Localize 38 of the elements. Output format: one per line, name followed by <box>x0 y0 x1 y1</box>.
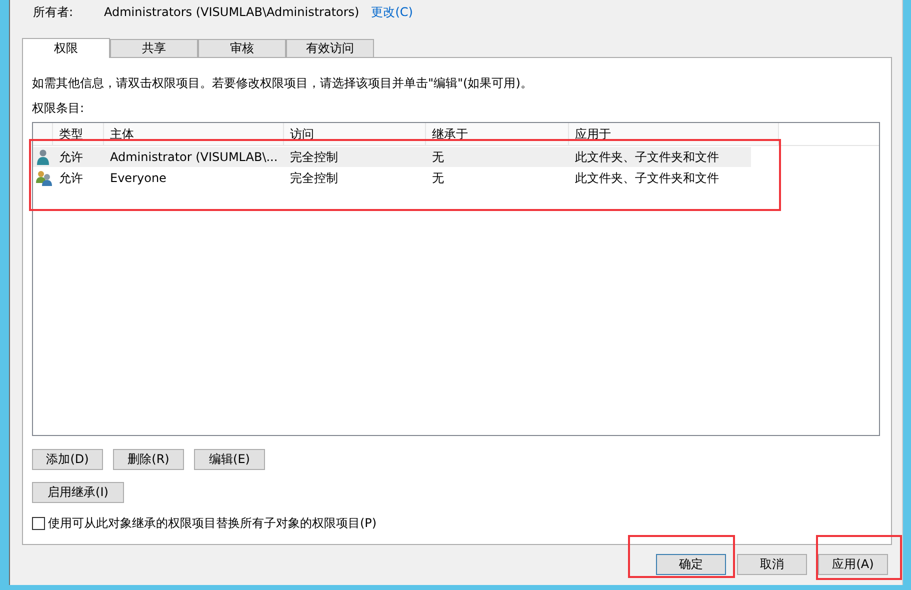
change-link[interactable]: 更改(C) <box>371 4 413 20</box>
checkbox-label: 使用可从此对象继承的权限项目替换所有子对象的权限项目(P) <box>48 515 377 532</box>
info-text: 如需其他信息，请双击权限项目。若要修改权限项目，请选择该项目并单击"编辑"(如果可用)。 <box>32 75 534 92</box>
owner-name: Administrators (VISUMLAB\Administrators) <box>104 5 360 19</box>
tab[interactable]: 有效访问 <box>286 39 374 57</box>
users-icon <box>36 170 52 186</box>
list-button[interactable]: 删除(R) <box>113 449 184 470</box>
table-cell-text: 完全控制 <box>289 148 339 166</box>
table-cell-text: Everyone <box>109 170 168 187</box>
list-button[interactable]: 编辑(E) <box>194 449 265 470</box>
table-cell-text: 此文件夹、子文件夹和文件 <box>574 148 720 166</box>
owner-label: 所有者: <box>33 4 74 20</box>
dialog-button[interactable]: 取消 <box>737 554 807 575</box>
tab[interactable]: 权限 <box>22 38 110 58</box>
table-cell-text: 无 <box>431 170 445 186</box>
column-header[interactable] <box>33 123 53 145</box>
table-cell-text: 允许 <box>58 148 84 166</box>
dialog-button[interactable]: 确定 <box>656 554 726 575</box>
column-header[interactable]: 访问 <box>284 123 426 145</box>
table-row[interactable]: 允许 Administrator (VISUMLAB\... 完全控制 无 此文件夹、子文件夹和文件 <box>33 147 751 167</box>
list-button[interactable]: 添加(D) <box>32 449 103 470</box>
table-cell-text: 此文件夹、子文件夹和文件 <box>574 170 720 186</box>
user-icon <box>36 149 50 165</box>
table-cell-text: Administrator (VISUMLAB\... <box>109 149 279 166</box>
entries-label: 权限条目: <box>32 100 86 117</box>
table-cell-text: 无 <box>431 148 445 166</box>
inherit-button[interactable]: 启用继承(I) <box>32 482 124 503</box>
column-header[interactable]: 应用于 <box>569 123 779 145</box>
column-header[interactable]: 主体 <box>104 123 284 145</box>
tab[interactable]: 共享 <box>110 39 198 57</box>
column-header[interactable]: 类型 <box>53 123 104 145</box>
table-cell-text: 完全控制 <box>289 170 339 186</box>
table-cell-text: 允许 <box>58 170 84 186</box>
checkbox[interactable] <box>32 517 45 530</box>
tab[interactable]: 审核 <box>198 39 286 57</box>
dialog-button[interactable]: 应用(A) <box>818 554 888 575</box>
column-header[interactable]: 继承于 <box>426 123 569 145</box>
table-row[interactable]: 允许 Everyone 完全控制 无 此文件夹、子文件夹和文件 <box>33 168 751 188</box>
